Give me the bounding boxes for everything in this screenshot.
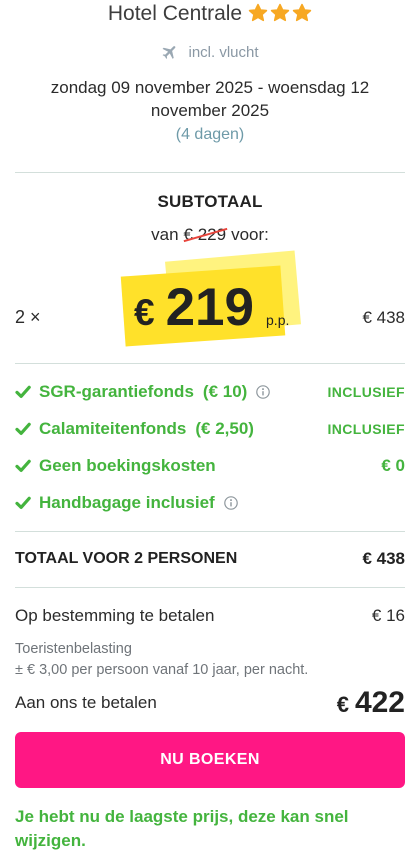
plane-icon [161,43,179,61]
price-per-person: € 219 p.p. [134,281,289,334]
checkmark-icon [15,422,31,436]
divider [15,587,405,588]
local-payment-row: Op bestemming te betalen € 16 [15,604,405,628]
original-price: € 229 [183,225,227,245]
original-price-prefix: van [151,225,179,244]
inclusion-status: INCLUSIEF [327,421,405,437]
total-label: TOTAAL VOOR 2 PERSONEN [15,550,238,567]
original-price-suffix: voor: [231,225,269,244]
inclusion-description: Geen boekingskosten [15,456,216,476]
star-icon [248,3,268,22]
amount-due-currency: € [336,692,349,717]
inclusion-item: Handbagage inclusief [15,488,405,518]
inclusion-label: Calamiteitenfonds [39,419,187,438]
hotel-header: Hotel Centrale [15,0,405,28]
inclusion-description: Handbagage inclusief [15,493,238,513]
star-icon [270,3,290,22]
inclusion-item: SGR-garantiefonds (€ 10) INCLUSIEF [15,377,405,407]
quantity: 2 × [15,307,41,327]
subtotal-heading: SUBTOTAAL [157,192,263,211]
inclusion-description: Calamiteitenfonds (€ 2,50) [15,419,254,439]
hotel-name: Hotel Centrale [107,2,243,25]
amount-due-value: 422 [354,686,405,719]
inclusion-label: Handbagage inclusief [39,493,215,512]
amount-due: € 422 [337,686,405,720]
transport-info: incl. vlucht [15,42,405,62]
divider [15,363,405,364]
info-icon[interactable] [256,385,271,399]
info-icon[interactable] [223,496,238,510]
inclusion-price: € 0 [381,456,405,475]
book-now-button[interactable]: NU BOEKEN [15,732,405,788]
divider [15,172,405,173]
transport-label: incl. vlucht [188,43,259,61]
subtotal-amount: € 438 [362,308,405,327]
price-currency: € [134,292,155,333]
checkmark-icon [15,459,31,473]
price-notice: Je hebt nu de laagste prijs, deze kan sn… [15,807,349,850]
inclusion-description: SGR-garantiefonds (€ 10) [15,382,271,402]
inclusion-amount: (€ 2,50) [195,419,254,438]
total-row: TOTAAL VOOR 2 PERSONEN € 438 [15,547,405,571]
total-amount: € 438 [362,549,405,568]
inclusion-status: INCLUSIEF [327,384,405,400]
original-price-line: van € 229 voor: [15,224,405,246]
stay-duration: (4 dagen) [175,126,245,143]
inclusion-item: Geen boekingskosten € 0 [15,451,405,481]
tourist-tax-title: Toeristenbelasting [15,641,132,657]
checkmark-icon [15,385,31,399]
per-person-label: p.p. [266,312,290,328]
inclusion-amount: (€ 10) [202,382,248,401]
hotel-stars [248,3,312,23]
price-amount: 219 [165,278,255,337]
inclusion-label: SGR-garantiefonds [39,382,194,401]
local-payment-amount: € 16 [371,606,405,625]
stay-dates: zondag 09 november 2025 - woensdag 12 no… [50,78,370,120]
divider [15,531,405,532]
amount-due-row: Aan ons te betalen € 422 [15,686,405,720]
amount-due-label: Aan ons te betalen [15,693,157,712]
local-payment-label: Op bestemming te betalen [15,606,215,625]
star-icon [292,3,312,22]
inclusion-item: Calamiteitenfonds (€ 2,50) INCLUSIEF [15,414,405,444]
inclusion-label: Geen boekingskosten [39,456,216,475]
tourist-tax-description: ± € 3,00 per persoon vanaf 10 jaar, per … [15,662,309,678]
checkmark-icon [15,496,31,510]
